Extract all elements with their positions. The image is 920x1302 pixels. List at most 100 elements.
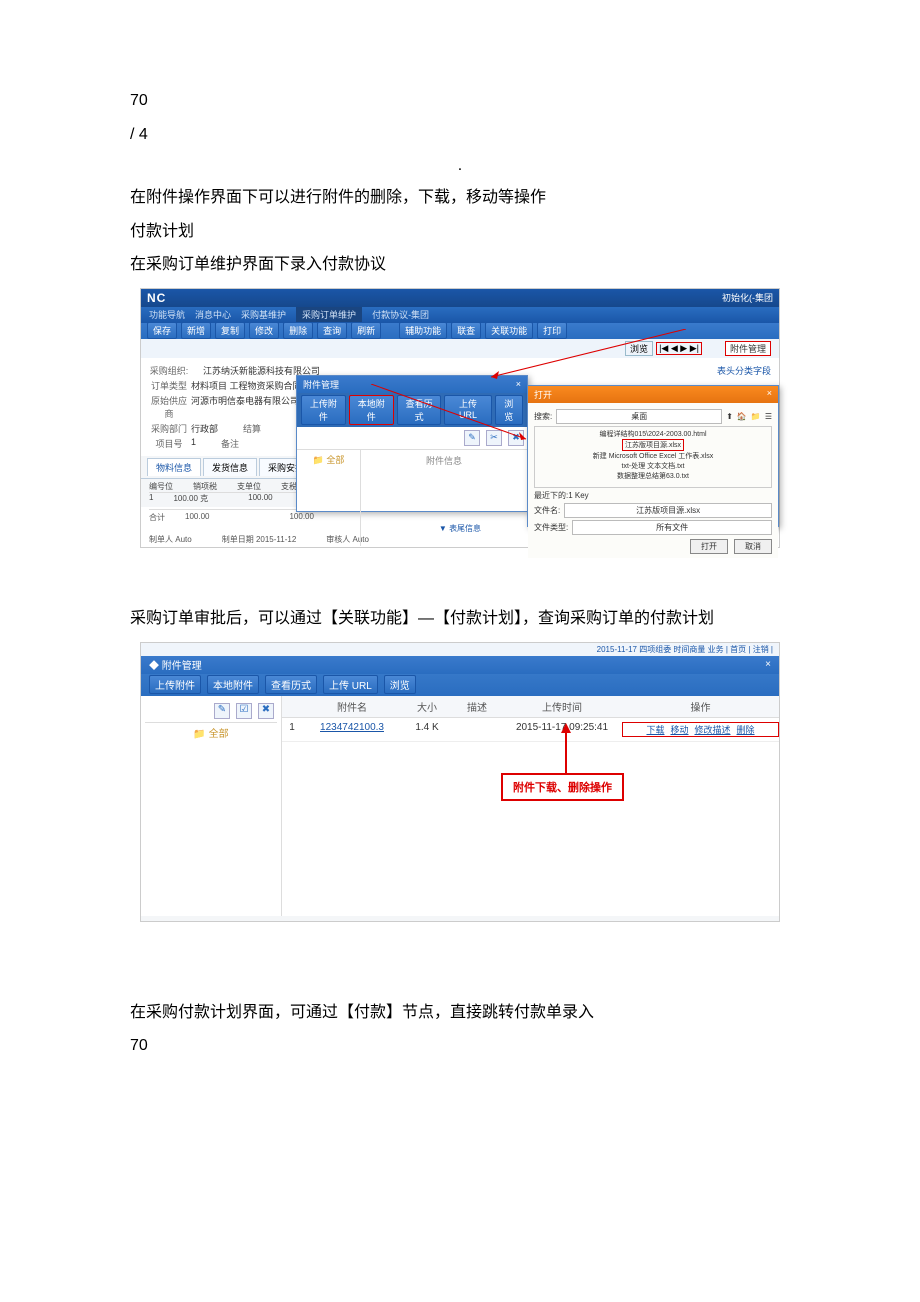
cell-desc xyxy=(452,722,502,737)
nav-item-active[interactable]: 采购订单维护 xyxy=(296,307,362,322)
folder-all[interactable]: 全部 xyxy=(326,455,344,465)
col-name: 附件名 xyxy=(302,699,402,714)
cancel-button[interactable]: 取消 xyxy=(734,539,772,554)
col-header: 编号位 xyxy=(149,481,173,492)
cell-size: 1.4 K xyxy=(402,722,452,737)
foot-label: 制单人 xyxy=(149,535,173,544)
cell-filename[interactable]: 1234742100.3 xyxy=(302,722,402,737)
delete-button[interactable]: 删除 xyxy=(283,322,313,339)
field-label: 采购部门 xyxy=(149,422,189,435)
page-number-top: 70 xyxy=(130,88,790,114)
download-link[interactable]: 下载 xyxy=(646,723,664,736)
copy-button[interactable]: 复制 xyxy=(215,322,245,339)
nav-item[interactable]: 付款协议-集团 xyxy=(372,308,429,321)
col-header: 支单位 xyxy=(237,481,261,492)
field-label: 订单类型 xyxy=(149,379,189,392)
delete-link[interactable]: 删除 xyxy=(737,723,755,736)
home-icon[interactable]: 🏠 xyxy=(737,412,747,421)
paragraph-3: 在采购订单维护界面下录入付款协议 xyxy=(130,252,790,278)
nav-bar: 功能导航 消息中心 采购基维护 采购订单维护 付款协议-集团 xyxy=(141,307,779,323)
cell-idx: 1 xyxy=(282,722,302,737)
move-link[interactable]: 移动 xyxy=(670,723,688,736)
browse-button[interactable]: 浏览 xyxy=(384,675,416,694)
folder-all[interactable]: 全部 xyxy=(209,729,229,740)
dialog-title: 附件管理 xyxy=(303,378,339,391)
paragraph-1: 在附件操作界面下可以进行附件的删除，下载，移动等操作 xyxy=(130,185,790,211)
list-view-icon[interactable]: ☰ xyxy=(765,412,772,421)
upload-button[interactable]: 上传附件 xyxy=(301,395,346,425)
query-button[interactable]: 查询 xyxy=(317,322,347,339)
paragraph-2: 付款计划 xyxy=(130,219,790,245)
pager-last-button[interactable]: ▶| xyxy=(690,343,699,353)
open-dialog-title: 打开 xyxy=(534,388,552,401)
attachment-list-area: 附件信息 xyxy=(361,450,527,546)
filename-label: 文件名: xyxy=(534,505,560,516)
file-item[interactable]: txt-处理 文本文档.txt xyxy=(537,461,769,471)
dot: . xyxy=(458,157,462,174)
lookin-select[interactable]: 桌面 xyxy=(556,409,722,424)
view-history-button[interactable]: 查看历式 xyxy=(265,675,317,694)
table-row: 1 1234742100.3 1.4 K 2015-11-17 09:25:41… xyxy=(282,718,779,742)
upload-url-button[interactable]: 上传 URL xyxy=(323,675,378,694)
new-folder-icon[interactable]: 📁 xyxy=(751,412,761,421)
subtitle: 表头分类字段 xyxy=(717,364,771,377)
org-label: 采购组织: xyxy=(149,364,189,377)
up-icon[interactable]: ⬆ xyxy=(726,412,733,421)
add-button[interactable]: 新增 xyxy=(181,322,211,339)
folder-icon[interactable]: 📁 xyxy=(193,729,205,740)
file-item[interactable]: 数据整理总结第63.0.txt xyxy=(537,471,769,481)
nav-item[interactable]: 采购基维护 xyxy=(241,308,286,321)
upload-button[interactable]: 上传附件 xyxy=(149,675,201,694)
paragraph-4: 采购订单审批后，可以通过【关联功能】—【付款计划】，查询采购订单的付款计划 xyxy=(130,606,790,632)
filename-input[interactable]: 江苏版项目源.xlsx xyxy=(564,503,772,518)
screenshot-1: NC 初始化(-集团 功能导航 消息中心 采购基维护 采购订单维护 付款协议-集… xyxy=(140,288,780,548)
delete-icon[interactable]: ✖ xyxy=(258,703,274,719)
app-logo: NC xyxy=(147,291,166,305)
open-button[interactable]: 打开 xyxy=(690,539,728,554)
edit-button[interactable]: 修改 xyxy=(249,322,279,339)
page-sub-top: / 4 xyxy=(130,122,790,148)
file-item[interactable]: 编程详结构015\2024-2003.00.html xyxy=(537,429,769,439)
check-icon[interactable]: ☑ xyxy=(236,703,252,719)
foot-value: Auto xyxy=(175,535,191,544)
sum-value: 100.00 xyxy=(185,512,209,523)
close-icon[interactable]: × xyxy=(767,388,772,401)
foot-label: 制单日期 xyxy=(222,535,254,544)
save-button[interactable]: 保存 xyxy=(147,322,177,339)
close-icon[interactable]: × xyxy=(765,659,771,670)
refresh-button[interactable]: 刷新 xyxy=(351,322,381,339)
link-query-button[interactable]: 联查 xyxy=(451,322,481,339)
recent-label: 最近下的:1 Key xyxy=(534,490,772,501)
edit-icon[interactable]: ✎ xyxy=(214,703,230,719)
paragraph-5: 在采购付款计划界面，可通过【付款】节点，直接跳转付款单录入 xyxy=(130,1000,790,1026)
aux-button[interactable]: 辅助功能 xyxy=(399,322,447,339)
attachment-manage-button[interactable]: 附件管理 xyxy=(725,341,771,356)
edit-desc-link[interactable]: 修改描述 xyxy=(695,723,731,736)
screenshot-2: 2015-11-17 四项组委 时间商量 业务 | 首页 | 注销 | ◆ 附件… xyxy=(140,642,780,922)
sum-label: 合计 xyxy=(149,512,165,523)
file-item[interactable]: 新建 Microsoft Office Excel 工作表.xlsx xyxy=(537,451,769,461)
nav-item[interactable]: 消息中心 xyxy=(195,308,231,321)
tab-material[interactable]: 物料信息 xyxy=(147,458,201,476)
cell: 100.00 克 xyxy=(173,493,208,504)
folder-icon[interactable]: 📁 xyxy=(313,455,324,465)
local-file-button[interactable]: 本地附件 xyxy=(207,675,259,694)
panel-title: 附件管理 xyxy=(162,661,202,672)
filetype-label: 文件类型: xyxy=(534,522,568,533)
lookin-label: 搜索: xyxy=(534,411,552,422)
col-time: 上传时间 xyxy=(502,699,622,714)
field-value: 材料项目 工程物资采购合同 xyxy=(191,379,302,392)
col-ops: 操作 xyxy=(622,699,779,714)
file-item-selected[interactable]: 江苏版项目源.xlsx xyxy=(622,439,684,451)
crumb-bar: 2015-11-17 四项组委 时间商量 业务 | 首页 | 注销 | xyxy=(141,643,779,656)
field-value: 河源市明信泰电器有限公司 xyxy=(191,394,299,420)
cell: 100.00 xyxy=(248,493,272,504)
field-value: 1 xyxy=(191,437,196,450)
foot-value: 2015-11-12 xyxy=(256,535,296,544)
field-label: 原始供应商 xyxy=(149,394,189,420)
field-value: 行政部 xyxy=(191,422,218,435)
nav-item[interactable]: 功能导航 xyxy=(149,308,185,321)
filetype-select[interactable]: 所有文件 xyxy=(572,520,772,535)
file-open-dialog: 打开 × 搜索: 桌面 ⬆ 🏠 📁 ☰ 编程详结构015\2024-2003.00.html… xyxy=(527,385,779,527)
tab-delivery[interactable]: 发货信息 xyxy=(203,458,257,476)
